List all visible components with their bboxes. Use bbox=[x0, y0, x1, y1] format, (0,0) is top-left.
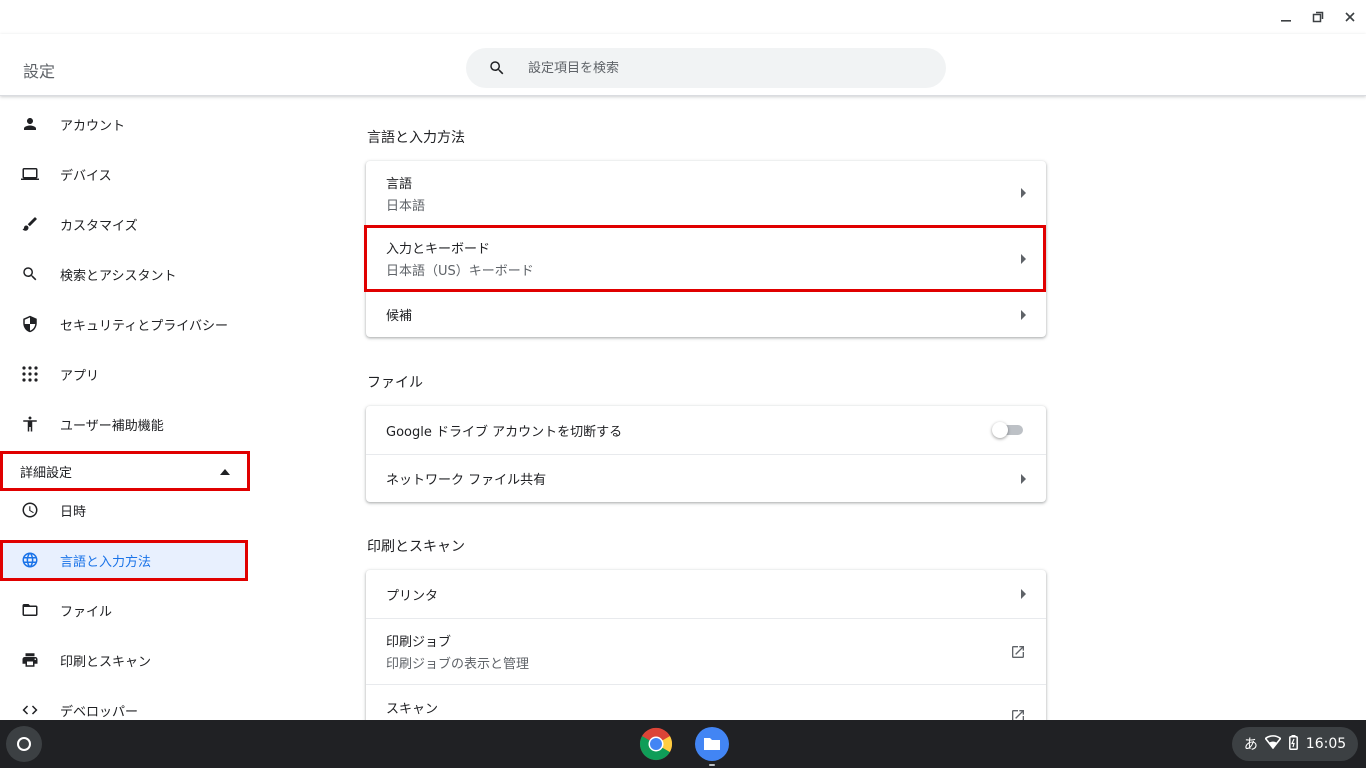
files-app-icon[interactable] bbox=[695, 727, 729, 761]
open-in-new-icon bbox=[1006, 644, 1026, 660]
arrow-right-icon bbox=[1006, 309, 1026, 320]
row-title: スキャン bbox=[386, 702, 439, 717]
section-title-files: ファイル bbox=[367, 375, 423, 391]
row-title: 言語 bbox=[386, 176, 413, 192]
shelf: あ 16:05 bbox=[0, 720, 1366, 768]
clock-time: 16:05 bbox=[1305, 736, 1347, 752]
row-subtitle: 日本語（US）キーボード bbox=[386, 264, 534, 279]
page-title: 設定 bbox=[23, 62, 56, 81]
row-network-file-share[interactable]: ネットワーク ファイル共有 bbox=[366, 454, 1046, 502]
window-controls bbox=[1270, 0, 1366, 34]
row-title: 入力とキーボード bbox=[386, 242, 491, 257]
card-languages: 言語 日本語 入力とキーボード 日本語（US）キーボード 候補 bbox=[366, 161, 1046, 337]
arrow-right-icon bbox=[1006, 473, 1026, 484]
close-icon[interactable] bbox=[1334, 0, 1366, 34]
row-title: Google ドライブ アカウントを切断する bbox=[386, 424, 623, 440]
main-content: 言語と入力方法 言語 日本語 入力とキーボード 日本語（US）キーボード 候補 … bbox=[0, 97, 1366, 720]
row-title: プリンタ bbox=[386, 588, 439, 604]
row-scan[interactable]: スキャン bbox=[366, 684, 1046, 720]
status-tray[interactable]: あ 16:05 bbox=[1232, 727, 1358, 761]
running-indicator bbox=[709, 764, 715, 766]
arrow-right-icon bbox=[1006, 188, 1026, 198]
row-subtitle: 日本語 bbox=[386, 198, 426, 214]
chrome-app-icon[interactable] bbox=[639, 727, 673, 761]
card-print-scan: プリンタ 印刷ジョブ 印刷ジョブの表示と管理 スキャン bbox=[366, 570, 1046, 720]
row-input-keyboard[interactable]: 入力とキーボード 日本語（US）キーボード bbox=[366, 225, 1046, 291]
search-input[interactable] bbox=[528, 60, 908, 76]
launcher-icon bbox=[17, 737, 31, 751]
arrow-right-icon bbox=[1006, 589, 1026, 599]
row-languages[interactable]: 言語 日本語 bbox=[366, 161, 1046, 225]
open-in-new-icon bbox=[1006, 708, 1026, 720]
disconnect-drive-toggle[interactable] bbox=[992, 420, 1026, 440]
row-title: 印刷ジョブ bbox=[386, 635, 452, 650]
battery-icon bbox=[1289, 734, 1299, 754]
minimize-icon[interactable] bbox=[1270, 0, 1302, 34]
row-print-jobs[interactable]: 印刷ジョブ 印刷ジョブの表示と管理 bbox=[366, 618, 1046, 684]
section-title-print-scan: 印刷とスキャン bbox=[367, 539, 465, 555]
ime-indicator: あ bbox=[1243, 737, 1258, 753]
row-title: 候補 bbox=[386, 309, 413, 324]
toggle-knob bbox=[992, 422, 1008, 438]
row-subtitle: 印刷ジョブの表示と管理 bbox=[386, 657, 530, 672]
search-bar[interactable] bbox=[466, 48, 946, 88]
row-title: ネットワーク ファイル共有 bbox=[386, 473, 547, 488]
search-icon bbox=[466, 59, 528, 77]
row-printers[interactable]: プリンタ bbox=[366, 570, 1046, 618]
restore-icon[interactable] bbox=[1302, 0, 1334, 34]
row-disconnect-drive[interactable]: Google ドライブ アカウントを切断する bbox=[366, 406, 1046, 454]
wifi-icon bbox=[1264, 735, 1283, 753]
row-suggestions[interactable]: 候補 bbox=[366, 291, 1046, 337]
arrow-right-icon bbox=[1006, 253, 1026, 264]
card-files: Google ドライブ アカウントを切断する ネットワーク ファイル共有 bbox=[366, 406, 1046, 502]
launcher-button[interactable] bbox=[6, 726, 42, 762]
section-title-languages: 言語と入力方法 bbox=[367, 130, 465, 146]
header: 設定 bbox=[0, 34, 1366, 96]
